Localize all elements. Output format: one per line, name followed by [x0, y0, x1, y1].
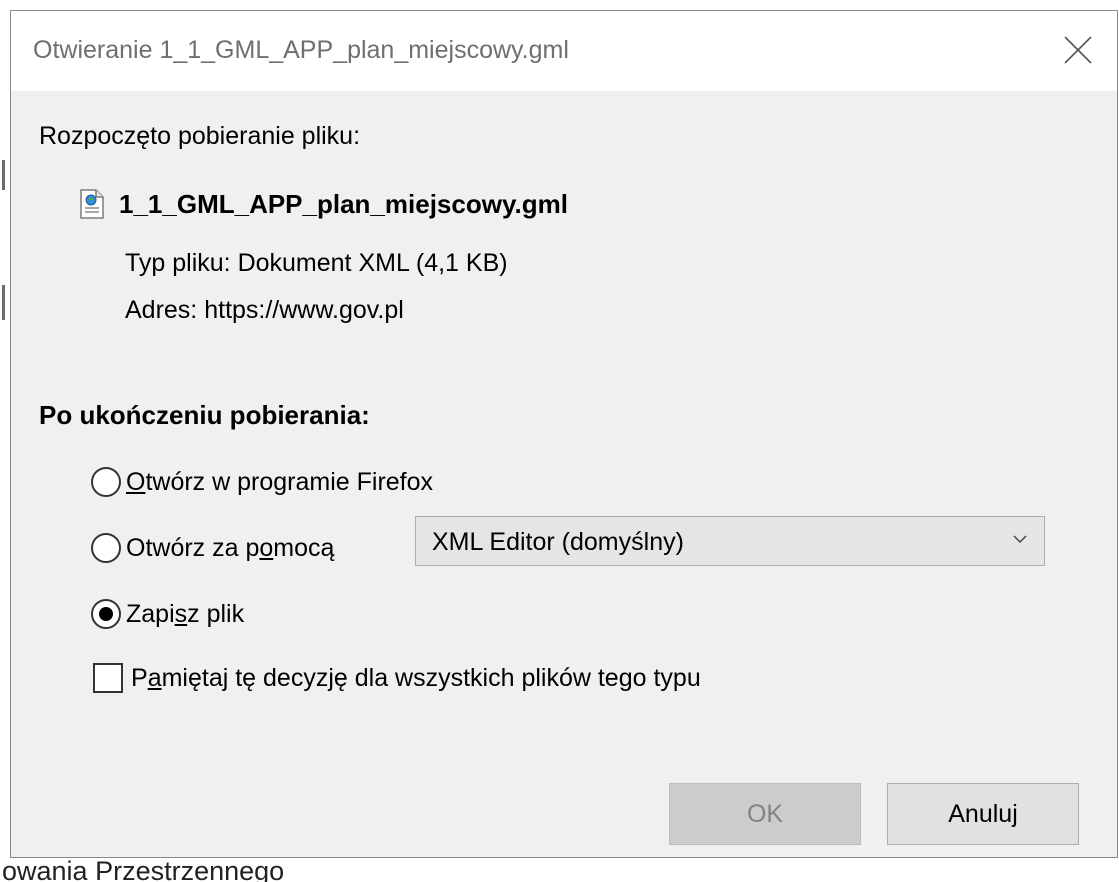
cancel-button[interactable]: Anuluj: [887, 783, 1079, 845]
download-intro: Rozpoczęto pobieranie pliku:: [39, 122, 361, 150]
file-name: 1_1_GML_APP_plan_miejscowy.gml: [119, 189, 568, 219]
download-dialog: Otwieranie 1_1_GML_APP_plan_miejscowy.gm…: [10, 10, 1118, 858]
file-address-row: Adres: https://www.gov.pl: [125, 295, 404, 325]
xml-document-icon: [79, 189, 105, 219]
file-address-value: https://www.gov.pl: [204, 296, 404, 324]
file-type-label: Typ pliku:: [125, 249, 231, 277]
background-page: [0, 0, 10, 882]
after-download-heading: Po ukończeniu pobierania:: [39, 400, 370, 430]
dialog-titlebar: Otwieranie 1_1_GML_APP_plan_miejscowy.gm…: [11, 11, 1117, 91]
option-open-in-firefox-label: Otwórz w programie Firefox: [126, 468, 434, 496]
remember-decision-label: Pamiętaj tę decyzję dla wszystkich plikó…: [131, 664, 701, 692]
background-page-text: owania Przestrzennego: [2, 856, 285, 882]
screen: owania Przestrzennego Otwieranie 1_1_GML…: [0, 0, 1119, 882]
option-save-file[interactable]: Zapisz plik: [91, 599, 244, 629]
chevron-down-icon: [1013, 535, 1027, 544]
remember-decision-checkbox[interactable]: [93, 663, 123, 693]
close-icon: [1064, 36, 1092, 64]
option-open-in-firefox[interactable]: Otwórz w programie Firefox: [91, 467, 433, 497]
dialog-title: Otwieranie 1_1_GML_APP_plan_miejscowy.gm…: [33, 36, 569, 64]
dialog-body: Rozpoczęto pobieranie pliku: 1_1_GML_APP…: [11, 91, 1117, 859]
radio-open-with[interactable]: [91, 533, 121, 563]
open-with-app-value: XML Editor (domyślny): [432, 528, 684, 556]
open-with-app-select[interactable]: XML Editor (domyślny): [415, 516, 1045, 566]
close-button[interactable]: [1037, 11, 1117, 91]
option-open-with[interactable]: Otwórz za pomocą: [91, 533, 334, 563]
file-row: 1_1_GML_APP_plan_miejscowy.gml: [79, 189, 568, 219]
option-save-file-label: Zapisz plik: [126, 600, 245, 628]
background-page-fragment: [2, 160, 5, 190]
radio-save-file[interactable]: [91, 599, 121, 629]
file-address-label: Adres:: [125, 296, 198, 324]
option-open-with-label: Otwórz za pomocą: [126, 534, 335, 562]
file-type-value: Dokument XML (4,1 KB): [237, 249, 508, 277]
radio-open-in-firefox[interactable]: [91, 467, 121, 497]
background-page-fragment: [2, 285, 5, 320]
ok-button[interactable]: OK: [669, 783, 861, 845]
file-type-row: Typ pliku: Dokument XML (4,1 KB): [125, 248, 508, 278]
remember-decision-row[interactable]: Pamiętaj tę decyzję dla wszystkich plikó…: [93, 663, 701, 693]
